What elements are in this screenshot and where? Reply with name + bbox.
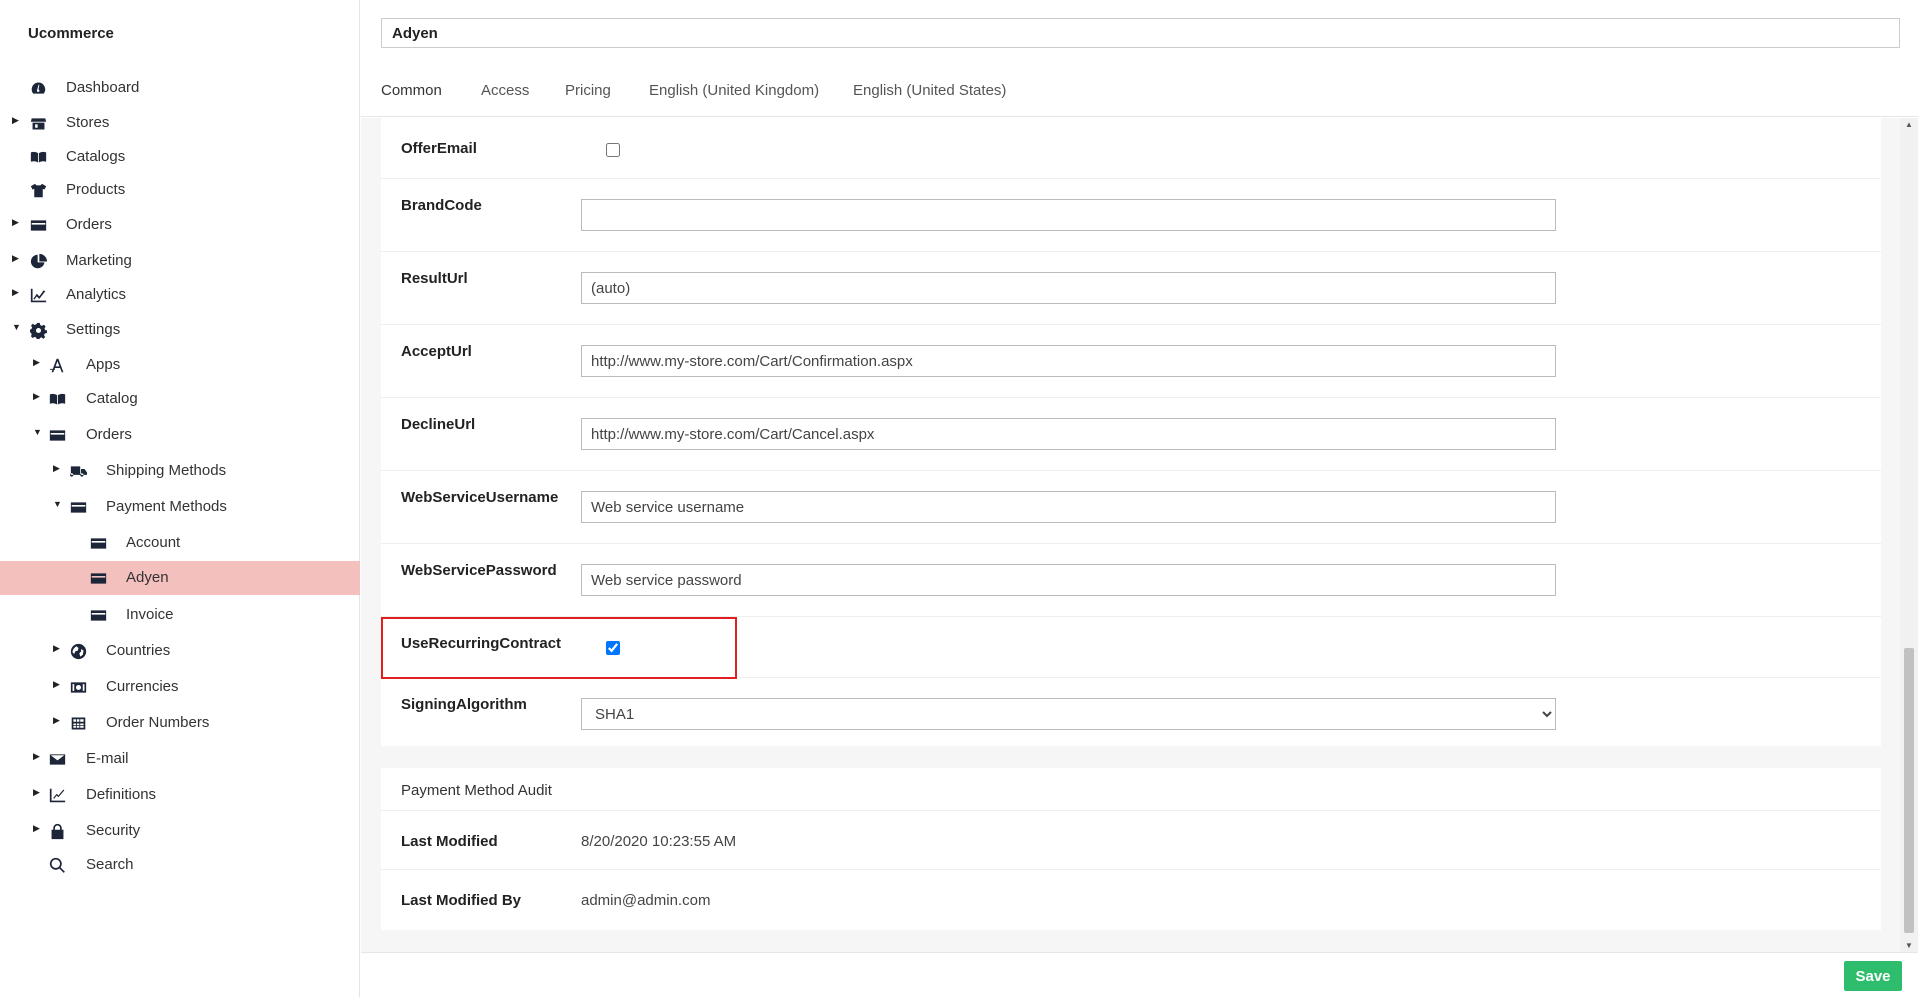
expand-arrow-icon[interactable]: ▶ <box>12 217 20 228</box>
credit-card-icon <box>88 568 108 588</box>
audit-header: Payment Method Audit <box>381 768 1881 811</box>
nav-email[interactable]: ▶ E-mail <box>0 742 360 776</box>
scroll-down-icon[interactable]: ▼ <box>1905 941 1913 950</box>
pie-chart-icon <box>28 251 48 271</box>
nav-shipping-methods[interactable]: ▶ Shipping Methods <box>0 454 360 488</box>
brand-logo: Ucommerce <box>28 25 114 42</box>
highlight-box <box>381 617 737 679</box>
footer-bar: Save <box>361 952 1918 997</box>
row-brand-code: BrandCode <box>381 179 1881 252</box>
tab-bar: Common Access Pricing English (United Ki… <box>361 60 1918 130</box>
envelope-icon <box>47 749 67 769</box>
save-button[interactable]: Save <box>1844 961 1902 991</box>
row-result-url: ResultUrl <box>381 252 1881 325</box>
gear-icon <box>28 320 48 340</box>
collapse-arrow-icon[interactable]: ▼ <box>53 499 62 509</box>
credit-card-icon <box>28 215 48 235</box>
expand-arrow-icon[interactable]: ▶ <box>53 715 61 726</box>
tab-pricing[interactable]: Pricing <box>565 72 611 117</box>
collapse-arrow-icon[interactable]: ▼ <box>12 322 21 332</box>
row-accept-url: AcceptUrl <box>381 325 1881 398</box>
nav-catalog[interactable]: ▶ Catalog <box>0 382 360 416</box>
book-icon <box>47 389 67 409</box>
dashboard-icon <box>28 78 48 98</box>
apps-icon <box>47 355 67 375</box>
nav-stores[interactable]: ▶ Stores <box>0 106 360 140</box>
signing-algorithm-select[interactable]: SHA1 <box>581 698 1556 730</box>
nav-catalogs[interactable]: Catalogs <box>0 140 360 174</box>
row-offer-email: OfferEmail <box>381 118 1881 179</box>
credit-card-icon <box>88 533 108 553</box>
decline-url-input[interactable] <box>581 418 1556 450</box>
accept-url-input[interactable] <box>581 345 1556 377</box>
scroll-up-icon[interactable]: ▲ <box>1905 120 1913 129</box>
web-service-username-input[interactable] <box>581 491 1556 523</box>
line-chart-icon <box>28 285 48 305</box>
brand-code-input[interactable] <box>581 199 1556 231</box>
credit-card-icon <box>68 497 88 517</box>
expand-arrow-icon[interactable]: ▶ <box>12 287 20 298</box>
tshirt-icon <box>28 180 48 200</box>
row-ws-username: WebServiceUsername <box>381 471 1881 544</box>
nav-analytics[interactable]: ▶ Analytics <box>0 278 360 312</box>
expand-arrow-icon[interactable]: ▶ <box>33 751 41 762</box>
store-icon <box>28 113 48 133</box>
credit-card-icon <box>88 605 108 625</box>
audit-last-modified-row: Last Modified 8/20/2020 10:23:55 AM <box>381 811 1881 870</box>
vertical-scrollbar[interactable]: ▲ ▼ <box>1900 118 1918 952</box>
expand-arrow-icon[interactable]: ▶ <box>33 391 41 402</box>
expand-arrow-icon[interactable]: ▶ <box>33 357 41 368</box>
nav-marketing[interactable]: ▶ Marketing <box>0 244 360 278</box>
globe-icon <box>68 641 88 661</box>
content-scroll-area: OfferEmail BrandCode ResultUrl AcceptUrl… <box>361 118 1918 952</box>
truck-icon <box>68 461 88 481</box>
scroll-thumb[interactable] <box>1904 648 1914 933</box>
nav-definitions[interactable]: ▶ Definitions <box>0 778 360 812</box>
nav-products[interactable]: Products <box>0 173 360 207</box>
result-url-input[interactable] <box>581 272 1556 304</box>
calculator-icon <box>68 713 88 733</box>
main-area: Common Access Pricing English (United Ki… <box>361 0 1918 997</box>
nav-payment-account[interactable]: Account <box>0 526 360 560</box>
lock-icon <box>47 821 67 841</box>
book-icon <box>28 147 48 167</box>
expand-arrow-icon[interactable]: ▶ <box>33 823 41 834</box>
nav-apps[interactable]: ▶ Apps <box>0 348 360 382</box>
tab-access[interactable]: Access <box>481 72 529 117</box>
nav-payment-methods[interactable]: ▼ Payment Methods <box>0 490 360 524</box>
expand-arrow-icon[interactable]: ▶ <box>12 253 20 264</box>
nav-security[interactable]: ▶ Security <box>0 814 360 848</box>
nav-search[interactable]: Search <box>0 848 360 882</box>
collapse-arrow-icon[interactable]: ▼ <box>33 427 42 437</box>
nav-currencies[interactable]: ▶ Currencies <box>0 670 360 704</box>
expand-arrow-icon[interactable]: ▶ <box>33 787 41 798</box>
money-icon <box>68 677 88 697</box>
search-icon <box>47 855 67 875</box>
row-decline-url: DeclineUrl <box>381 398 1881 471</box>
offer-email-checkbox[interactable] <box>606 143 620 157</box>
payment-method-name-input[interactable] <box>381 18 1900 48</box>
tab-english-us[interactable]: English (United States) <box>853 72 1006 117</box>
nav-order-numbers[interactable]: ▶ Order Numbers <box>0 706 360 740</box>
nav-payment-invoice[interactable]: Invoice <box>0 598 360 632</box>
nav-settings-orders[interactable]: ▼ Orders <box>0 418 360 452</box>
nav-dashboard[interactable]: Dashboard <box>0 71 360 105</box>
expand-arrow-icon[interactable]: ▶ <box>53 643 61 654</box>
edit-chart-icon <box>47 785 67 805</box>
credit-card-icon <box>47 425 67 445</box>
nav-countries[interactable]: ▶ Countries <box>0 634 360 668</box>
nav-settings[interactable]: ▼ Settings <box>0 313 360 347</box>
row-signing-algorithm: SigningAlgorithm SHA1 <box>381 678 1881 746</box>
expand-arrow-icon[interactable]: ▶ <box>12 115 20 126</box>
web-service-password-input[interactable] <box>581 564 1556 596</box>
nav-orders[interactable]: ▶ Orders <box>0 208 360 242</box>
nav-payment-adyen[interactable]: Adyen <box>0 561 360 595</box>
audit-panel: Payment Method Audit Last Modified 8/20/… <box>381 768 1881 930</box>
expand-arrow-icon[interactable]: ▶ <box>53 463 61 474</box>
audit-last-modified-by-row: Last Modified By admin@admin.com <box>401 892 711 909</box>
row-ws-password: WebServicePassword <box>381 544 1881 617</box>
sidebar: Ucommerce Dashboard ▶ Stores Catalogs Pr… <box>0 0 360 997</box>
expand-arrow-icon[interactable]: ▶ <box>53 679 61 690</box>
tab-english-uk[interactable]: English (United Kingdom) <box>649 72 819 117</box>
